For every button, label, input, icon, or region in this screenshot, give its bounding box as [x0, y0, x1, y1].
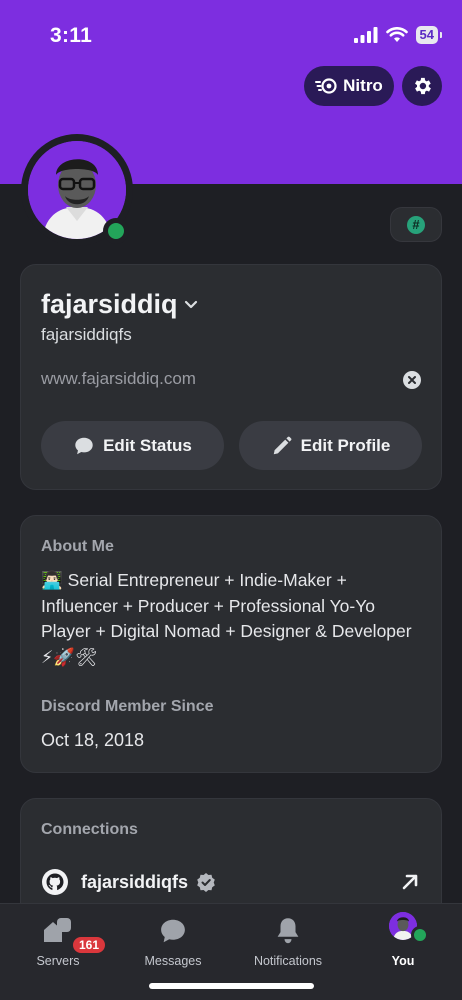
nitro-button[interactable]: Nitro — [304, 66, 394, 106]
display-name: fajarsiddiq — [41, 289, 178, 319]
tab-messages-label: Messages — [144, 954, 202, 968]
website-link[interactable]: www.fajarsiddiq.com — [41, 369, 196, 389]
about-title: About Me — [41, 538, 114, 555]
clear-icon[interactable] — [403, 371, 421, 389]
status-bar: 3:11 54 — [0, 0, 462, 70]
battery-indicator: 54 — [415, 26, 443, 44]
connection-name: fajarsiddiqfs — [81, 871, 189, 892]
messages-icon — [161, 919, 185, 943]
tab-notifications-label: Notifications — [253, 954, 323, 968]
connection-row[interactable]: fajarsiddiqfs — [41, 867, 423, 897]
hashtag-badge[interactable]: # — [390, 207, 442, 242]
status-time: 3:11 — [50, 24, 93, 47]
pencil-icon — [273, 436, 291, 454]
edit-profile-label: Edit Profile — [300, 435, 391, 455]
display-name-switcher[interactable]: fajarsiddiq — [41, 289, 198, 320]
nitro-icon — [315, 78, 337, 94]
you-online-dot — [411, 926, 429, 944]
edit-status-label: Edit Status — [103, 435, 192, 455]
about-text: 👨🏻‍💻 Serial Entrepreneur + Indie-Maker +… — [41, 570, 412, 667]
servers-badge: 161 — [70, 934, 109, 956]
connections-title: Connections — [41, 821, 138, 838]
status-icons: 54 — [353, 26, 443, 44]
nitro-label: Nitro — [343, 76, 383, 95]
tab-messages[interactable]: Messages — [123, 912, 223, 972]
online-status-dot — [103, 218, 129, 244]
gear-icon — [415, 77, 431, 95]
profile-card: fajarsiddiq fajarsiddiqfs www.fajarsiddi… — [20, 264, 442, 490]
chevron-down-icon — [184, 300, 197, 308]
external-link-icon[interactable] — [399, 871, 421, 893]
signal-icon — [353, 27, 378, 43]
member-since-date: Oct 18, 2018 — [41, 730, 145, 750]
speech-bubble-icon — [75, 437, 93, 454]
hashtag-icon: # — [407, 215, 425, 234]
wifi-icon — [385, 27, 408, 42]
tab-notifications[interactable]: Notifications — [238, 912, 338, 972]
tab-you-label: You — [391, 954, 415, 968]
github-icon — [42, 869, 68, 895]
edit-profile-button[interactable]: Edit Profile — [239, 421, 422, 470]
home-indicator[interactable] — [149, 983, 314, 989]
about-card: About Me 👨🏻‍💻 Serial Entrepreneur + Indi… — [20, 515, 442, 773]
tab-servers[interactable]: 161 Servers — [8, 912, 109, 972]
verified-icon — [197, 873, 215, 892]
bell-icon — [277, 918, 299, 944]
edit-status-button[interactable]: Edit Status — [41, 421, 224, 470]
close-icon — [408, 376, 416, 384]
username: fajarsiddiqfs — [41, 325, 132, 344]
tab-servers-label: Servers — [36, 954, 80, 968]
member-since-title: Discord Member Since — [41, 698, 214, 715]
settings-button[interactable] — [402, 66, 442, 106]
